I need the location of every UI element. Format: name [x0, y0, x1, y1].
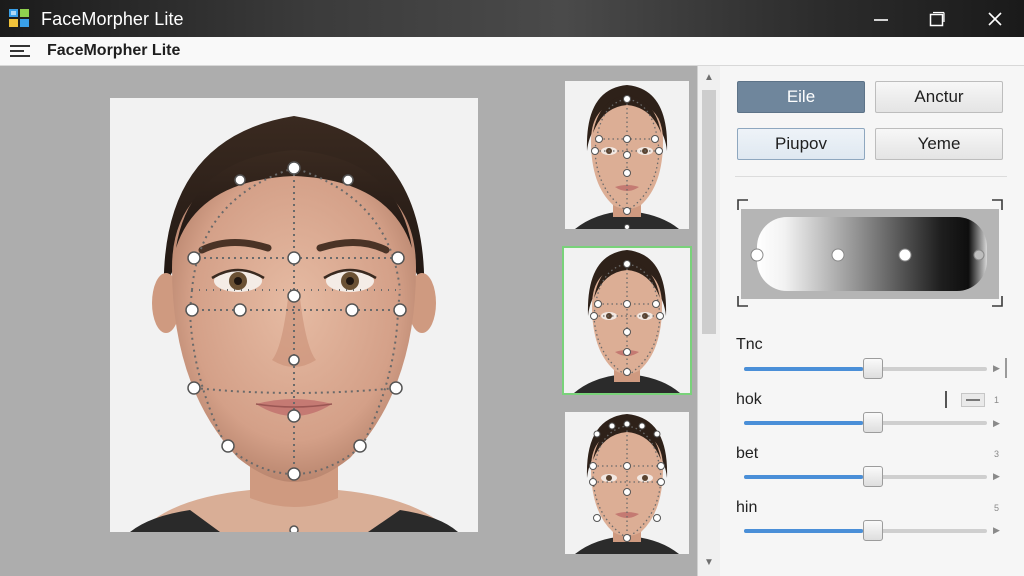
- slider-thumb-hok[interactable]: [863, 412, 883, 433]
- face-thumbnail[interactable]: [565, 81, 689, 229]
- window-title: FaceMorpher Lite: [41, 9, 184, 29]
- slider-end-value: 5: [994, 503, 1000, 513]
- slider-thumb-hin[interactable]: [863, 520, 883, 541]
- face-thumbnail-selected[interactable]: [562, 246, 692, 395]
- face-thumbnail[interactable]: [565, 412, 689, 554]
- piupov-button[interactable]: Piupov: [737, 128, 865, 160]
- slider-thumb-tnc[interactable]: [863, 358, 883, 379]
- vertical-scrollbar[interactable]: ▲ ▼: [697, 66, 720, 576]
- slider-limit-marker: [1005, 358, 1007, 378]
- panel-divider: [735, 176, 1007, 177]
- title-bar: FaceMorpher Lite: [0, 0, 1024, 37]
- menu-bar: FaceMorpher Lite: [0, 37, 1024, 66]
- main-face-image: [110, 98, 478, 532]
- slider-end-value: 3: [994, 449, 1000, 459]
- thumbnail-image: [565, 412, 689, 554]
- value-input[interactable]: [961, 393, 985, 407]
- hamburger-menu-icon[interactable]: [10, 44, 30, 59]
- minimize-button[interactable]: [856, 0, 906, 37]
- eile-button[interactable]: Eile: [737, 81, 865, 113]
- close-button[interactable]: [970, 0, 1020, 37]
- slider-end-arrow-icon: ▶: [993, 471, 1000, 481]
- slider-label-bet: bet: [736, 445, 759, 462]
- slider-fill: [744, 475, 863, 479]
- app-name-label: FaceMorpher Lite: [47, 42, 181, 59]
- anctur-button[interactable]: Anctur: [875, 81, 1003, 113]
- slider-label-tnc: Tnc: [736, 336, 763, 353]
- thumbnail-image: [565, 81, 689, 229]
- text-cursor-icon: [945, 391, 947, 408]
- slider-end-arrow-icon: ▶: [993, 418, 1000, 428]
- slider-fill: [744, 367, 863, 371]
- minimize-icon: [874, 18, 888, 21]
- slider-end-value: 1: [994, 395, 1000, 405]
- thumbnail-image: [564, 248, 690, 393]
- slider-end-arrow-icon: ▶: [993, 363, 1000, 373]
- thumbnail-strip: [552, 66, 697, 576]
- slider-fill: [744, 421, 863, 425]
- app-logo-icon: [9, 9, 29, 27]
- close-icon: [988, 11, 1002, 26]
- slider-thumb-bet[interactable]: [863, 466, 883, 487]
- scroll-up-arrow-icon[interactable]: ▲: [703, 73, 715, 83]
- main-face-photo[interactable]: [110, 98, 478, 532]
- slider-fill: [744, 529, 863, 533]
- maximize-button[interactable]: [912, 0, 962, 37]
- gradient-editor[interactable]: [737, 199, 1003, 307]
- yeme-button[interactable]: Yeme: [875, 128, 1003, 160]
- slider-end-arrow-icon: ▶: [993, 525, 1000, 535]
- maximize-icon: [929, 11, 945, 26]
- slider-label-hok: hok: [736, 391, 762, 408]
- scrollbar-thumb[interactable]: [702, 90, 716, 334]
- controls-panel: Eile Anctur Piupov Yeme Tnc ▶ hok 1 ▶ be…: [720, 66, 1024, 576]
- slider-label-hin: hin: [736, 499, 758, 516]
- gradient-ramp: [737, 199, 1003, 307]
- scroll-down-arrow-icon[interactable]: ▼: [703, 558, 715, 568]
